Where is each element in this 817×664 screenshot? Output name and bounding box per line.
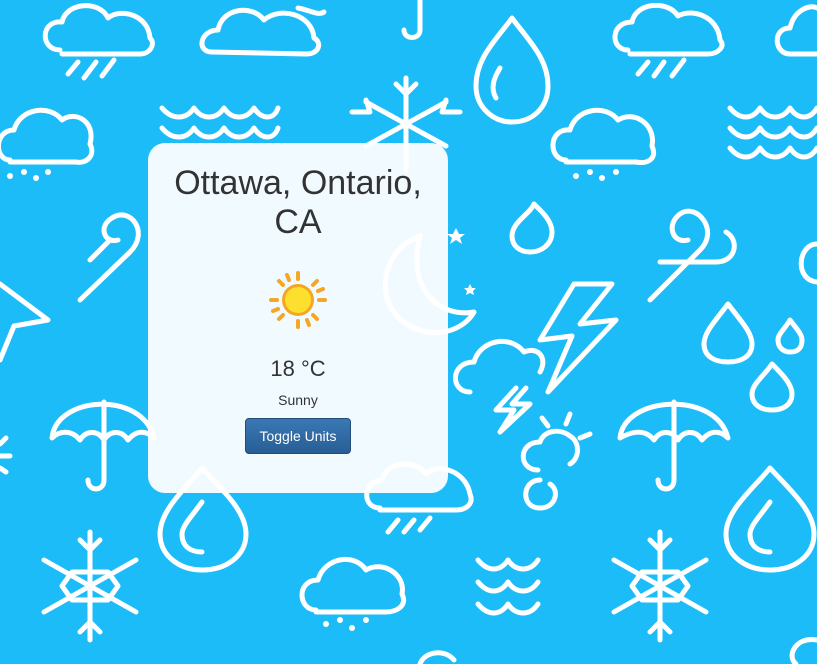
umbrella-icon-right [617, 399, 731, 492]
snowflake-icon-lower-right [611, 529, 709, 643]
waves-icon-right [727, 105, 817, 160]
snowflake-icon-lower [41, 529, 139, 643]
temperature-unit: °C [300, 356, 326, 381]
rain-cloud-icon-right [612, 2, 725, 79]
temperature-display: 18 °C [148, 356, 448, 382]
storm-cloud-icon [453, 339, 546, 435]
drizzle-cloud-icon [0, 107, 95, 181]
water-drop-icon-small [509, 201, 555, 255]
cloud-edge-icon-bottom [789, 637, 817, 664]
cloud-edge-icon-right [798, 241, 817, 285]
sun-rays-icon [0, 435, 13, 475]
partly-cloudy-icon [520, 411, 593, 511]
umbrella-icon [49, 399, 157, 492]
wind-icon [77, 212, 141, 303]
cloud-icon [199, 5, 327, 57]
wind-icon-right [647, 208, 737, 303]
weather-condition: Sunny [278, 392, 318, 408]
cloud-edge-icon-bottom-left [417, 650, 457, 664]
city-title: Ottawa, Ontario, CA [174, 164, 422, 241]
waves-icon-lower [475, 557, 541, 616]
waves-icon [159, 105, 281, 140]
drizzle-cloud-icon-right [550, 107, 656, 181]
weather-card: Ottawa, Ontario, CA 18 °C Sunny Toggle U… [148, 143, 448, 493]
lightning-icon-right [537, 281, 619, 395]
sun-icon [269, 271, 327, 329]
temperature-value: 18 [270, 356, 295, 381]
water-drop-icon-lower-right [723, 465, 817, 573]
toggle-units-button[interactable]: Toggle Units [245, 418, 351, 454]
umbrella-handle-icon [401, 0, 423, 40]
rain-cloud-icon [42, 3, 155, 81]
lightning-icon [0, 281, 51, 363]
cloud-edge-icon [774, 4, 817, 57]
drizzle-cloud-icon-lower [299, 557, 406, 631]
water-drop-icon [473, 15, 551, 125]
water-drops-icon [701, 301, 805, 413]
